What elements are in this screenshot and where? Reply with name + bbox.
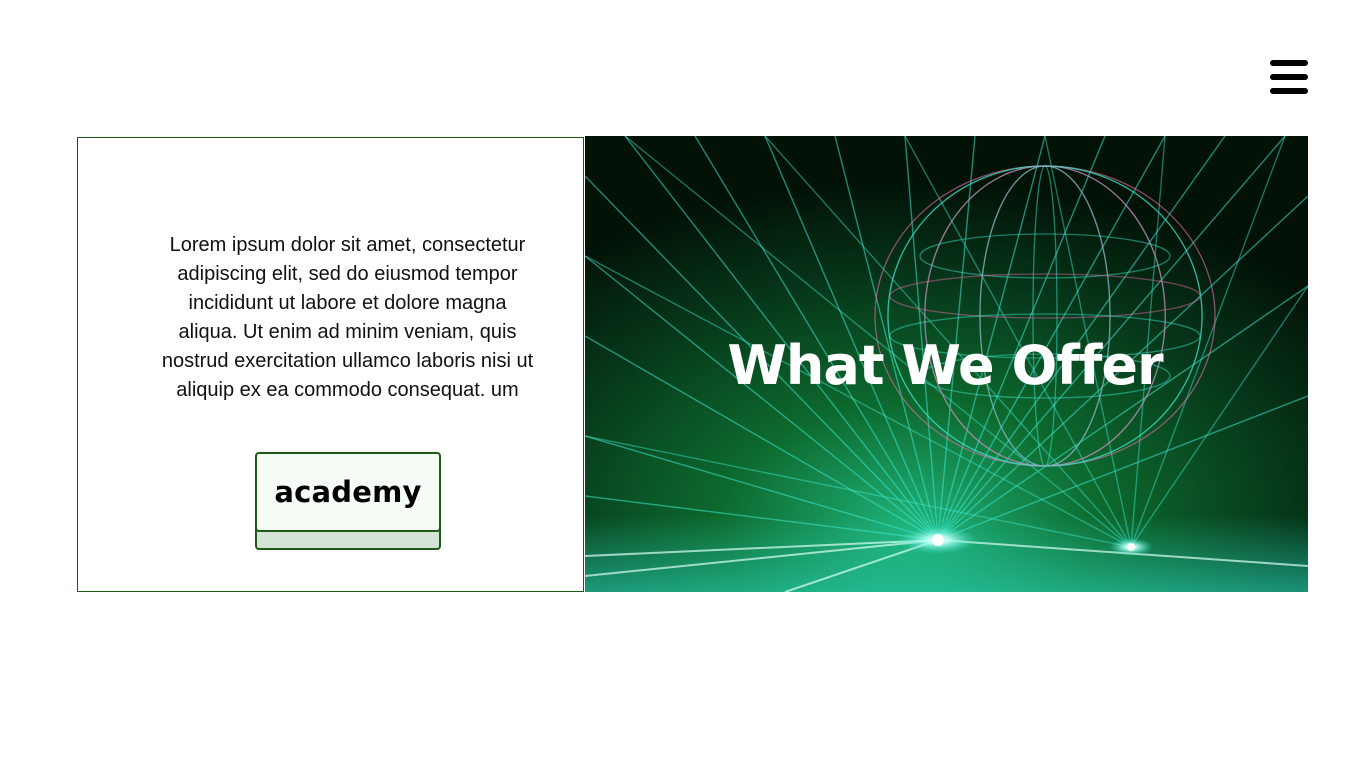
academy-button-label: academy [274,475,422,509]
intro-paragraph: Lorem ipsum dolor sit amet, consectetur … [161,234,534,401]
menu-bar-middle [1270,74,1308,80]
hero-title: What We Offer [727,334,1163,397]
hamburger-menu-icon[interactable] [1270,60,1308,94]
academy-button-face[interactable]: academy [255,452,441,532]
page: Lorem ipsum dolor sit amet, consectetur … [0,0,1366,768]
academy-button[interactable]: academy [255,452,441,550]
hero-image-panel: What We Offer [585,136,1308,592]
intro-card: Lorem ipsum dolor sit amet, consectetur … [77,137,584,592]
menu-bar-bottom [1270,88,1308,94]
menu-bar-top [1270,60,1308,66]
hero-title-container: What We Offer [715,334,1175,397]
